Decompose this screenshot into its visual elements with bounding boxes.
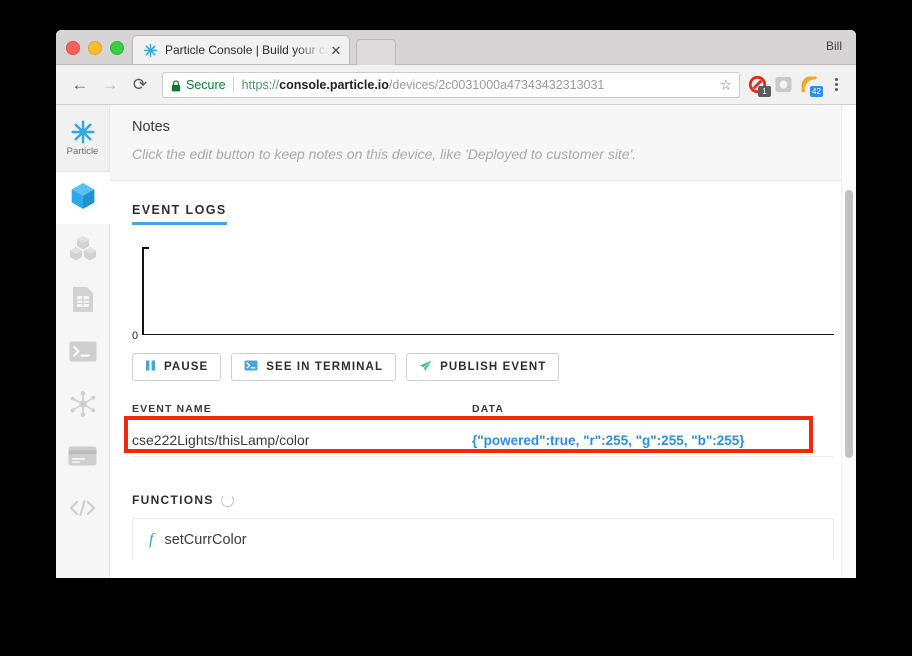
adblock-badge: 1 — [758, 86, 771, 97]
event-logs-heading: EVENT LOGS — [132, 203, 227, 225]
event-logs-section: EVENT LOGS 0 PAUSE SEE IN TERMINAL PUBLI… — [110, 181, 856, 560]
reload-button[interactable]: ⟳ — [126, 71, 154, 99]
forward-button[interactable]: → — [96, 71, 124, 99]
sidebar-item-devices[interactable] — [56, 172, 110, 224]
brand-label: Particle — [66, 146, 99, 157]
address-bar[interactable]: Secure https://console.particle.io/devic… — [162, 71, 740, 98]
close-tab-icon[interactable]: ✕ — [329, 44, 343, 57]
event-table-header: EVENT NAME DATA — [132, 403, 834, 415]
browser-toolbar: ← → ⟳ Secure https://console.particle.io… — [56, 65, 856, 105]
feed-extension-icon[interactable]: 42 — [800, 75, 823, 97]
refresh-icon[interactable] — [220, 493, 234, 507]
chart-y-tick — [142, 247, 149, 249]
chart-y-zero-label: 0 — [132, 330, 139, 342]
window-controls — [66, 41, 124, 55]
publish-event-button-label: PUBLISH EVENT — [440, 361, 547, 373]
secure-label: Secure — [186, 77, 226, 92]
terminal-icon — [69, 341, 97, 367]
sidebar-item-billing[interactable] — [56, 432, 109, 484]
terminal-icon — [244, 360, 258, 374]
sidebar-item-docs[interactable] — [56, 484, 109, 536]
lock-icon — [171, 79, 181, 91]
cubes-icon — [69, 235, 97, 266]
extension-icons: 1 42 — [748, 75, 846, 97]
credit-card-icon — [68, 446, 97, 471]
device-content: Notes Click the edit button to keep note… — [110, 105, 856, 578]
bookmark-star-icon[interactable]: ☆ — [719, 76, 732, 93]
pause-button[interactable]: PAUSE — [132, 353, 222, 381]
maximize-window-button[interactable] — [110, 41, 124, 55]
column-header-event-name: EVENT NAME — [132, 403, 212, 415]
sidebar-item-mesh[interactable] — [56, 380, 109, 432]
network-nodes-icon — [69, 390, 97, 423]
feed-badge: 42 — [810, 86, 823, 97]
browser-window: Particle Console | Build your co ✕ Bill … — [56, 30, 856, 578]
function-item[interactable]: f setCurrColor — [132, 518, 834, 560]
functions-heading-row: FUNCTIONS — [132, 493, 834, 507]
sim-card-icon — [72, 286, 94, 318]
notes-section: Notes Click the edit button to keep note… — [110, 105, 856, 181]
functions-heading: FUNCTIONS — [132, 493, 214, 507]
event-logs-chart: 0 — [132, 247, 834, 342]
minimize-window-button[interactable] — [88, 41, 102, 55]
back-button[interactable]: ← — [66, 71, 94, 99]
notes-title: Notes — [132, 119, 170, 135]
url-host: console.particle.io — [279, 77, 389, 92]
chrome-menu-icon[interactable] — [828, 75, 844, 94]
particle-star-icon — [143, 43, 158, 58]
new-tab-button[interactable] — [356, 39, 396, 65]
sidebar-item-console[interactable] — [56, 328, 109, 380]
event-name-cell: cse222Lights/thisLamp/color — [132, 432, 310, 448]
chart-x-axis — [142, 333, 834, 335]
event-data-cell: {"powered":true, "r":255, "g":255, "b":2… — [472, 432, 745, 448]
page-viewport: Particle Notes Click the edit button to … — [56, 105, 856, 578]
notes-placeholder[interactable]: Click the edit button to keep notes on t… — [132, 146, 834, 162]
cube-icon — [70, 182, 96, 215]
url-scheme: https:// — [241, 77, 280, 92]
particle-logo[interactable]: Particle — [56, 105, 109, 172]
tab-strip: Particle Console | Build your co ✕ Bill — [56, 30, 856, 65]
see-in-terminal-button-label: SEE IN TERMINAL — [266, 361, 384, 373]
event-table-body: cse222Lights/thisLamp/color {"powered":t… — [124, 416, 834, 457]
browser-profile-label[interactable]: Bill — [826, 39, 842, 53]
pause-icon — [145, 360, 156, 374]
pause-button-label: PAUSE — [164, 361, 209, 373]
screenshot-root: Particle Console | Build your co ✕ Bill … — [0, 0, 912, 656]
column-header-data: DATA — [472, 403, 505, 415]
sidebar-item-sim-cards[interactable] — [56, 276, 109, 328]
sidebar-item-integrations[interactable] — [56, 224, 109, 276]
chart-y-axis — [142, 247, 144, 335]
url-path: /devices/2c0031000a47343432313031 — [388, 77, 605, 92]
see-in-terminal-button[interactable]: SEE IN TERMINAL — [231, 353, 397, 381]
app-sidebar: Particle — [56, 105, 110, 578]
tab-title: Particle Console | Build your co — [165, 43, 329, 57]
close-window-button[interactable] — [66, 41, 80, 55]
code-brackets-icon — [68, 498, 97, 523]
function-name: setCurrColor — [164, 531, 247, 548]
adblock-extension-icon[interactable]: 1 — [748, 75, 771, 97]
content-scrollbar-thumb[interactable] — [845, 190, 853, 458]
url-text: https://console.particle.io/devices/2c00… — [242, 78, 605, 92]
browser-tab[interactable]: Particle Console | Build your co ✕ — [132, 35, 350, 64]
pocket-extension-icon[interactable] — [774, 75, 793, 94]
table-row[interactable]: cse222Lights/thisLamp/color {"powered":t… — [132, 424, 834, 457]
content-vertical-scrollbar[interactable] — [841, 105, 856, 578]
function-glyph-icon: f — [149, 530, 154, 548]
publish-event-button[interactable]: PUBLISH EVENT — [406, 353, 560, 381]
paper-plane-icon — [419, 360, 432, 375]
chart-axes — [142, 247, 834, 335]
omnibox-divider — [232, 77, 234, 92]
event-controls: PAUSE SEE IN TERMINAL PUBLISH EVENT — [132, 353, 834, 381]
